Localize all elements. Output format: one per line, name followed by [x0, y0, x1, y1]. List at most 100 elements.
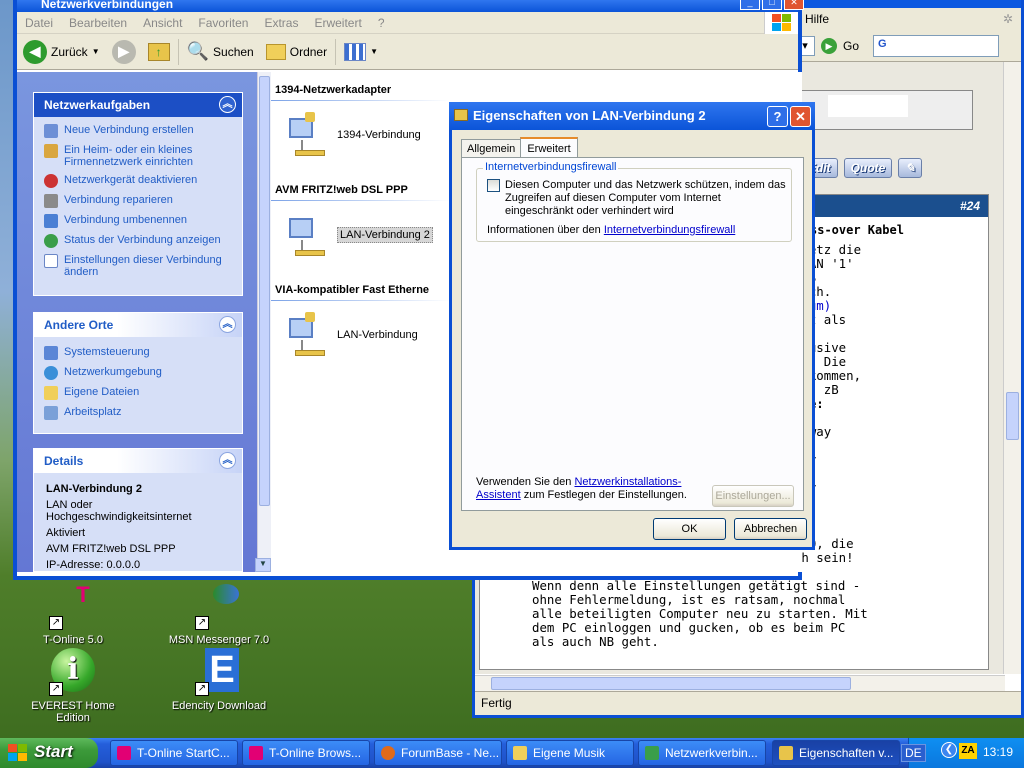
- desktop-icon-label: EVEREST Home Edition: [31, 700, 115, 724]
- settings-sheet-icon: [44, 254, 58, 268]
- go-icon[interactable]: ▶: [821, 37, 837, 54]
- help-button[interactable]: ?: [767, 106, 788, 127]
- network-connection-icon: [285, 212, 329, 258]
- place-label: Netzwerkumgebung: [64, 366, 162, 378]
- properties-dialog[interactable]: Eigenschaften von LAN-Verbindung 2 ? ✕ A…: [449, 102, 815, 550]
- language-indicator[interactable]: DE: [901, 744, 926, 762]
- task-repair-connection[interactable]: Verbindung reparieren: [34, 191, 242, 211]
- taskbar-item-my-music[interactable]: Eigene Musik: [506, 740, 634, 766]
- settings-button[interactable]: Einstellungen...: [712, 485, 794, 507]
- collapse-icon[interactable]: ︽: [219, 452, 236, 469]
- music-folder-icon: [513, 746, 527, 760]
- connection-lan-2[interactable]: LAN-Verbindung 2: [285, 212, 433, 258]
- taskbar: Start T-Online StartC... T-Online Brows.…: [0, 738, 1024, 768]
- taskbar-item-forumbase[interactable]: ForumBase - Ne...: [374, 740, 502, 766]
- menu-erweitert[interactable]: Erweitert: [306, 16, 369, 30]
- firefox-vertical-scrollbar[interactable]: [1003, 62, 1021, 674]
- other-places-header[interactable]: Andere Orte ︽: [34, 313, 242, 337]
- details-ip: IP-Adresse: 0.0.0.0: [46, 559, 141, 571]
- home-network-icon: [44, 144, 58, 158]
- task-pane-scrollbar[interactable]: [257, 72, 271, 572]
- task-label: Verbindung reparieren: [64, 194, 173, 206]
- tab-allgemein[interactable]: Allgemein: [461, 139, 522, 158]
- place-label: Arbeitsplatz: [64, 406, 122, 418]
- collapse-icon[interactable]: ︽: [219, 316, 236, 333]
- network-places-icon: [44, 366, 58, 380]
- menu-extras[interactable]: Extras: [256, 16, 306, 30]
- up-folder-button[interactable]: ↑: [142, 37, 176, 67]
- menu-ansicht[interactable]: Ansicht: [135, 16, 190, 30]
- menu-favoriten[interactable]: Favoriten: [190, 16, 256, 30]
- connection-label: LAN-Verbindung 2: [337, 227, 433, 243]
- desktop-icon-edencity[interactable]: E ↗ Edencity Download: [164, 648, 274, 712]
- taskbar-item-tonline-start[interactable]: T-Online StartC...: [110, 740, 238, 766]
- menu-help[interactable]: ?: [370, 16, 393, 30]
- place-my-computer[interactable]: Arbeitsplatz: [34, 403, 242, 423]
- task-label: Verbindung umbenennen: [64, 214, 187, 226]
- close-button[interactable]: ✕: [784, 0, 804, 10]
- views-icon: [344, 42, 367, 61]
- list-scrollbar[interactable]: ▼: [255, 558, 271, 572]
- network-connections-icon: [645, 746, 659, 760]
- taskbar-item-properties[interactable]: Eigenschaften v...: [772, 740, 900, 766]
- menu-help[interactable]: Hilfe: [805, 12, 829, 26]
- search-box[interactable]: G: [873, 34, 1000, 57]
- menu-datei[interactable]: Datei: [17, 16, 61, 30]
- connection-lan[interactable]: LAN-Verbindung: [285, 312, 418, 358]
- firefox-horizontal-scrollbar[interactable]: [475, 675, 1005, 691]
- firefox-icon: [381, 746, 395, 760]
- close-button[interactable]: ✕: [790, 106, 811, 127]
- task-connection-status[interactable]: Status der Verbindung anzeigen: [34, 231, 242, 251]
- wizard-suffix: zum Festlegen der Einstellungen.: [520, 489, 687, 501]
- place-control-panel[interactable]: Systemsteuerung: [34, 343, 242, 363]
- post-line: dem PC einloggen und gucken, ob es beim …: [532, 620, 846, 635]
- details-header[interactable]: Details ︽: [34, 449, 242, 473]
- task-rename-connection[interactable]: Verbindung umbenennen: [34, 211, 242, 231]
- quote-button[interactable]: Quote: [843, 158, 893, 178]
- firewall-info-link[interactable]: Internetverbindungsfirewall: [604, 224, 735, 236]
- search-button[interactable]: 🔍 Suchen: [181, 37, 260, 67]
- connection-1394[interactable]: 1394-Verbindung: [285, 112, 421, 158]
- task-new-connection[interactable]: Neue Verbindung erstellen: [34, 121, 242, 141]
- tab-erweitert[interactable]: Erweitert: [520, 137, 578, 159]
- task-change-settings[interactable]: Einstellungen dieser Verbindung ändern: [34, 251, 242, 281]
- zonealarm-icon[interactable]: ZA: [959, 743, 977, 759]
- taskbar-label: T-Online Brows...: [269, 746, 362, 760]
- group-title-1394: 1394-Netzwerkadapter: [275, 84, 392, 96]
- network-tasks-header[interactable]: Netzwerkaufgaben ︽: [34, 93, 242, 117]
- firewall-checkbox[interactable]: [487, 179, 500, 192]
- msn-messenger-icon: ↗: [195, 582, 243, 630]
- task-home-network[interactable]: Ein Heim- oder ein kleines Firmennetzwer…: [34, 141, 242, 171]
- task-label: Ein Heim- oder ein kleines Firmennetzwer…: [64, 144, 193, 168]
- desktop-icon-everest[interactable]: i ↗ EVEREST Home Edition: [18, 648, 128, 724]
- maximize-button[interactable]: □: [762, 0, 782, 10]
- taskbar-item-network-connections[interactable]: Netzwerkverbin...: [638, 740, 766, 766]
- other-places-title: Andere Orte: [44, 318, 114, 332]
- menu-bearbeiten[interactable]: Bearbeiten: [61, 16, 135, 30]
- clock: 13:19: [983, 745, 1014, 759]
- back-button[interactable]: ◀ Zurück ▼: [17, 37, 106, 67]
- my-documents-icon: [44, 386, 58, 400]
- report-button[interactable]: ✎: [898, 158, 923, 178]
- cancel-button[interactable]: Abbrechen: [734, 518, 807, 540]
- minimize-button[interactable]: _: [740, 0, 760, 10]
- taskbar-item-tonline-browser[interactable]: T-Online Brows...: [242, 740, 370, 766]
- ok-button[interactable]: OK: [653, 518, 726, 540]
- go-button[interactable]: Go: [843, 39, 859, 53]
- views-button[interactable]: ▼: [338, 37, 384, 67]
- forward-button[interactable]: ▶: [106, 37, 142, 67]
- place-network[interactable]: Netzwerkumgebung: [34, 363, 242, 383]
- firewall-checkbox-label[interactable]: Diesen Computer und das Netzwerk schütze…: [505, 179, 787, 218]
- collapse-icon[interactable]: ︽: [219, 96, 236, 113]
- task-disable-device[interactable]: Netzwerkgerät deaktivieren: [34, 171, 242, 191]
- firewall-info: Informationen über den Internetverbindun…: [477, 218, 791, 236]
- start-button[interactable]: Start: [0, 738, 98, 768]
- group-title-via: VIA-kompatibler Fast Etherne: [275, 284, 430, 296]
- place-my-documents[interactable]: Eigene Dateien: [34, 383, 242, 403]
- post-line: ohne Fehlermeldung, ist es ratsam, nochm…: [532, 592, 846, 607]
- folders-button[interactable]: Ordner: [260, 37, 333, 67]
- tray-expand-icon[interactable]: ❮: [941, 742, 957, 758]
- connection-label: 1394-Verbindung: [337, 129, 421, 141]
- desktop-icon-msn-messenger[interactable]: ↗ MSN Messenger 7.0: [164, 582, 274, 646]
- desktop-icon-t-online[interactable]: T ↗ T-Online 5.0: [18, 582, 128, 646]
